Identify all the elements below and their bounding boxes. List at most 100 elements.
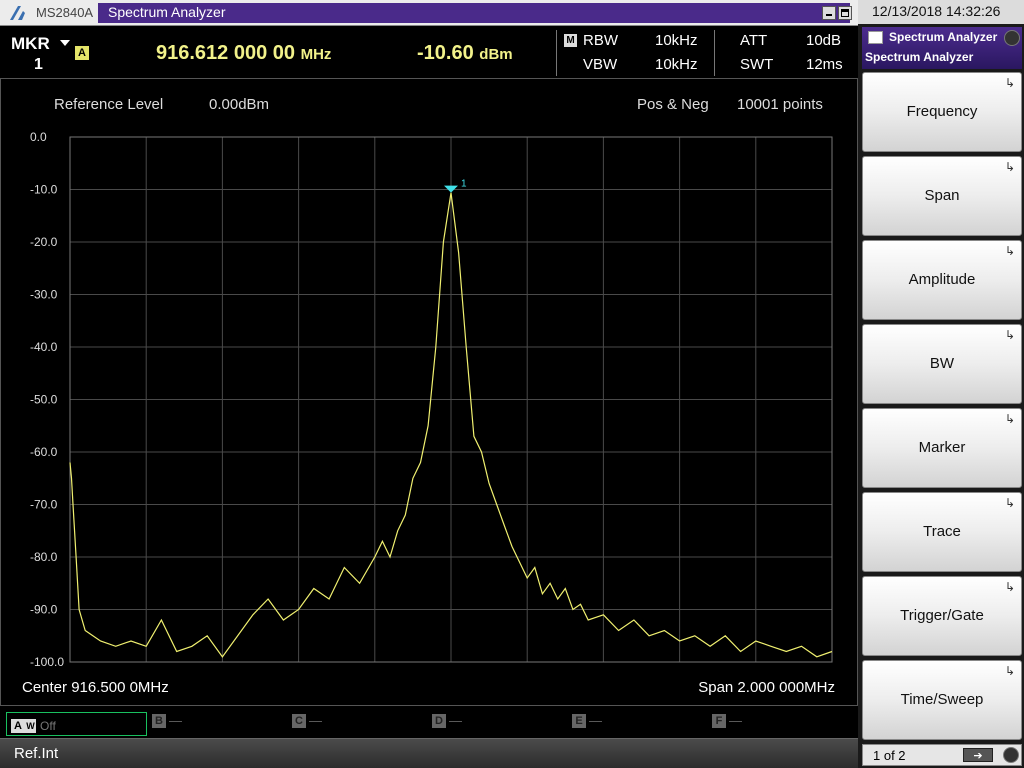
softkey-label: BW [929,355,955,372]
y-tick-label: -10.0 [30,183,58,197]
trace-b-letter: B [152,713,166,728]
marker-level-unit: dBm [479,46,513,63]
trace-e-slot[interactable]: E — [572,712,602,736]
y-tick-label: -70.0 [30,498,58,512]
analyzer-window: MS2840A Spectrum Analyzer MKR 1 A 916.61… [0,0,1024,768]
submenu-arrow-icon: ↳ [1004,76,1015,90]
trace-f-dash: — [729,713,742,729]
softkey-header: Spectrum Analyzer Spectrum Analyzer [862,27,1022,69]
reference-level-label: Reference Level [54,96,164,113]
marker-label[interactable]: MKR [11,34,50,54]
spectrum-analyzer-icon [868,31,883,44]
trace-f-letter: F [712,713,726,728]
spectrum-panel: 0.0 -10.0 -20.0 -30.0 -40.0 -50.0 -60.0 -70.0 -8… [0,78,858,706]
softkey-label: Marker [918,439,966,456]
rbw-value: 10kHz [655,32,698,49]
page-number: 1 of 2 [873,748,906,763]
trace-d-dash: — [449,713,462,729]
submenu-arrow-icon: ↳ [1004,496,1015,510]
trace-a-state: Off [40,718,56,733]
softkey-panel: 12/13/2018 14:32:26 Spectrum Analyzer Sp… [858,0,1024,768]
softkey-label: Span [924,187,960,204]
trace-c-slot[interactable]: C — [292,712,322,736]
marker-1-label: 1 [461,179,467,190]
rbw-label: RBW [583,32,618,49]
maximize-button[interactable] [838,6,852,20]
swt-value: 12ms [806,56,843,73]
marker-level-value: -10.60 [417,42,474,64]
y-tick-label: -50.0 [30,393,58,407]
trace-b-dash: — [169,713,182,729]
trace-e-letter: E [572,713,586,728]
trace-status-bar: A W Off B — C — D — E — F — [0,706,858,738]
softkey-bw[interactable]: ↳ BW [862,324,1022,404]
marker-number: 1 [34,56,43,73]
vbw-value: 10kHz [655,56,698,73]
marker-info-bar: MKR 1 A 916.612 000 00 MHz -10.60 dBm M … [0,26,858,78]
marker-level: -10.60 dBm [417,42,513,65]
softkey-label: Amplitude [908,271,976,288]
knob-icon [1004,30,1020,46]
trace-e-dash: — [589,713,602,729]
marker-frequency-value: 916.612 000 00 [156,42,296,64]
vbw-label: VBW [583,56,618,73]
status-bar: Ref.Int [0,738,858,768]
submenu-arrow-icon: ↳ [1004,328,1015,342]
trace-a-write-mode: W [25,718,36,733]
att-label: ATT [740,32,768,49]
softkey-frequency[interactable]: ↳ Frequency [862,72,1022,152]
y-tick-label: -90.0 [30,603,58,617]
y-tick-label: -60.0 [30,445,58,459]
trace-f-slot[interactable]: F — [712,712,742,736]
marker-frequency: 916.612 000 00 MHz [156,42,331,65]
y-tick-label: 0.0 [30,130,47,144]
knob-icon [1003,747,1019,763]
trace-c-dash: — [309,713,322,729]
softkey-trace[interactable]: ↳ Trace [862,492,1022,572]
softkey-header-title: Spectrum Analyzer [889,30,998,44]
y-tick-label: -40.0 [30,340,58,354]
y-tick-label: -20.0 [30,235,58,249]
marker-dropdown-icon[interactable] [60,40,70,46]
submenu-arrow-icon: ↳ [1004,160,1015,174]
trace-a-letter: A [11,718,25,733]
trace-a-slot[interactable]: A W Off [6,712,147,736]
marker-trace-badge: A [75,46,89,60]
y-tick-label: -100.0 [30,655,64,669]
title-bar: MS2840A Spectrum Analyzer [0,0,858,26]
divider [556,30,557,76]
trace-c-letter: C [292,713,306,728]
softkey-amplitude[interactable]: ↳ Amplitude [862,240,1022,320]
spectrum-plot[interactable]: 0.0 -10.0 -20.0 -30.0 -40.0 -50.0 -60.0 -70.0 -8… [1,79,857,705]
y-tick-label: -80.0 [30,550,58,564]
softkey-span[interactable]: ↳ Span [862,156,1022,236]
submenu-arrow-icon: ↳ [1004,244,1015,258]
softkey-label: Frequency [906,103,978,120]
center-frequency-label: Center 916.500 0MHz [22,679,169,696]
trace-d-slot[interactable]: D — [432,712,462,736]
submenu-arrow-icon: ↳ [1004,412,1015,426]
softkey-label: Time/Sweep [900,691,984,708]
softkey-marker[interactable]: ↳ Marker [862,408,1022,488]
datetime-display: 12/13/2018 14:32:26 [858,0,1024,24]
softkey-time-sweep[interactable]: ↳ Time/Sweep [862,660,1022,740]
y-tick-label: -30.0 [30,288,58,302]
trace-b-slot[interactable]: B — [152,712,182,736]
marker-frequency-unit: MHz [300,46,332,63]
anritsu-logo-icon [10,6,25,20]
divider [714,30,715,76]
page-indicator: 1 of 2 ➔ [862,744,1022,766]
reference-source-status: Ref.Int [14,745,59,762]
att-value: 10dB [806,32,842,49]
points-label: 10001 points [737,96,823,113]
softkey-trigger-gate[interactable]: ↳ Trigger/Gate [862,576,1022,656]
mode-badge: M [564,34,577,47]
softkey-label: Trigger/Gate [900,607,984,624]
swt-label: SWT [740,56,774,73]
reference-level-value: 0.00dBm [209,96,270,113]
model-name: MS2840A [36,5,94,20]
next-page-button[interactable]: ➔ [963,748,993,762]
submenu-arrow-icon: ↳ [1004,580,1015,594]
minimize-button[interactable] [822,6,836,20]
detector-label: Pos & Neg [637,96,709,113]
